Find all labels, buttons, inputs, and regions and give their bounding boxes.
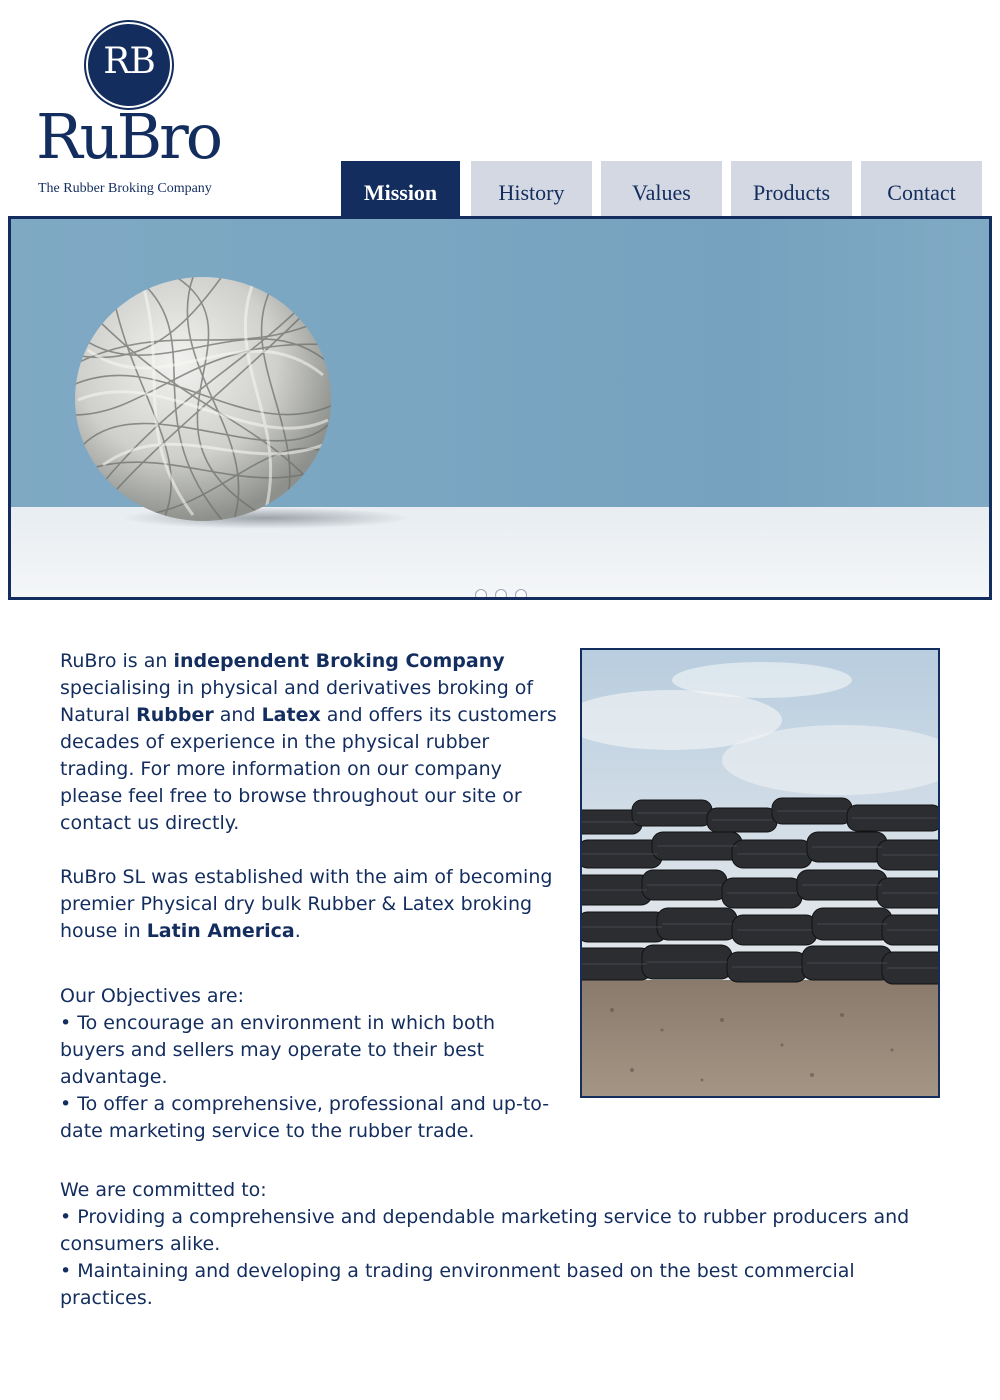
stacked-tyres-image [582,650,938,1096]
established-text-1: RuBro SL was established with the aim of… [60,866,553,942]
objectives-heading: Our Objectives are: [60,985,245,1007]
intro-bold-1: independent Broking Company [173,650,505,672]
logo-monogram-badge: RB [88,24,170,106]
mission-content: RuBro is an independent Broking Company … [60,648,560,1145]
logo[interactable]: RB RuBro The Rubber Broking Company [36,24,236,204]
logo-wordmark: RuBro [36,100,223,173]
intro-text-1: RuBro is an [60,650,174,672]
slide-dot-2[interactable] [495,589,507,597]
commitments-heading: We are committed to: [60,1179,267,1201]
tab-values[interactable]: Values [601,161,722,217]
rubber-band-ball-image [75,277,331,521]
slide-indicators [475,586,535,597]
intro-text-3: and [213,704,262,726]
hero-banner [8,216,992,600]
objective-item-1: • To encourage an environment in which b… [60,1012,496,1088]
intro-bold-3: Latex [261,704,321,726]
intro-bold-2: Rubber [136,704,214,726]
established-text-2: . [294,920,301,942]
slide-dot-1[interactable] [475,589,487,597]
commitments-section: We are committed to: • Providing a compr… [60,1177,920,1312]
established-bold: Latin America [146,920,295,942]
tab-contact[interactable]: Contact [861,161,982,217]
tab-products[interactable]: Products [731,161,852,217]
tyres-photo [580,648,940,1098]
commitment-item-1: • Providing a comprehensive and dependab… [60,1206,910,1255]
objective-item-2: • To offer a comprehensive, professional… [60,1093,550,1142]
tab-mission[interactable]: Mission [341,161,460,217]
intro-paragraph: RuBro is an independent Broking Company … [60,648,560,837]
logo-monogram: RB [103,41,156,82]
logo-tagline: The Rubber Broking Company [38,181,212,196]
slide-dot-3[interactable] [515,589,527,597]
commitment-item-2: • Maintaining and developing a trading e… [60,1260,855,1309]
established-paragraph: RuBro SL was established with the aim of… [60,864,560,945]
tab-history[interactable]: History [471,161,592,217]
